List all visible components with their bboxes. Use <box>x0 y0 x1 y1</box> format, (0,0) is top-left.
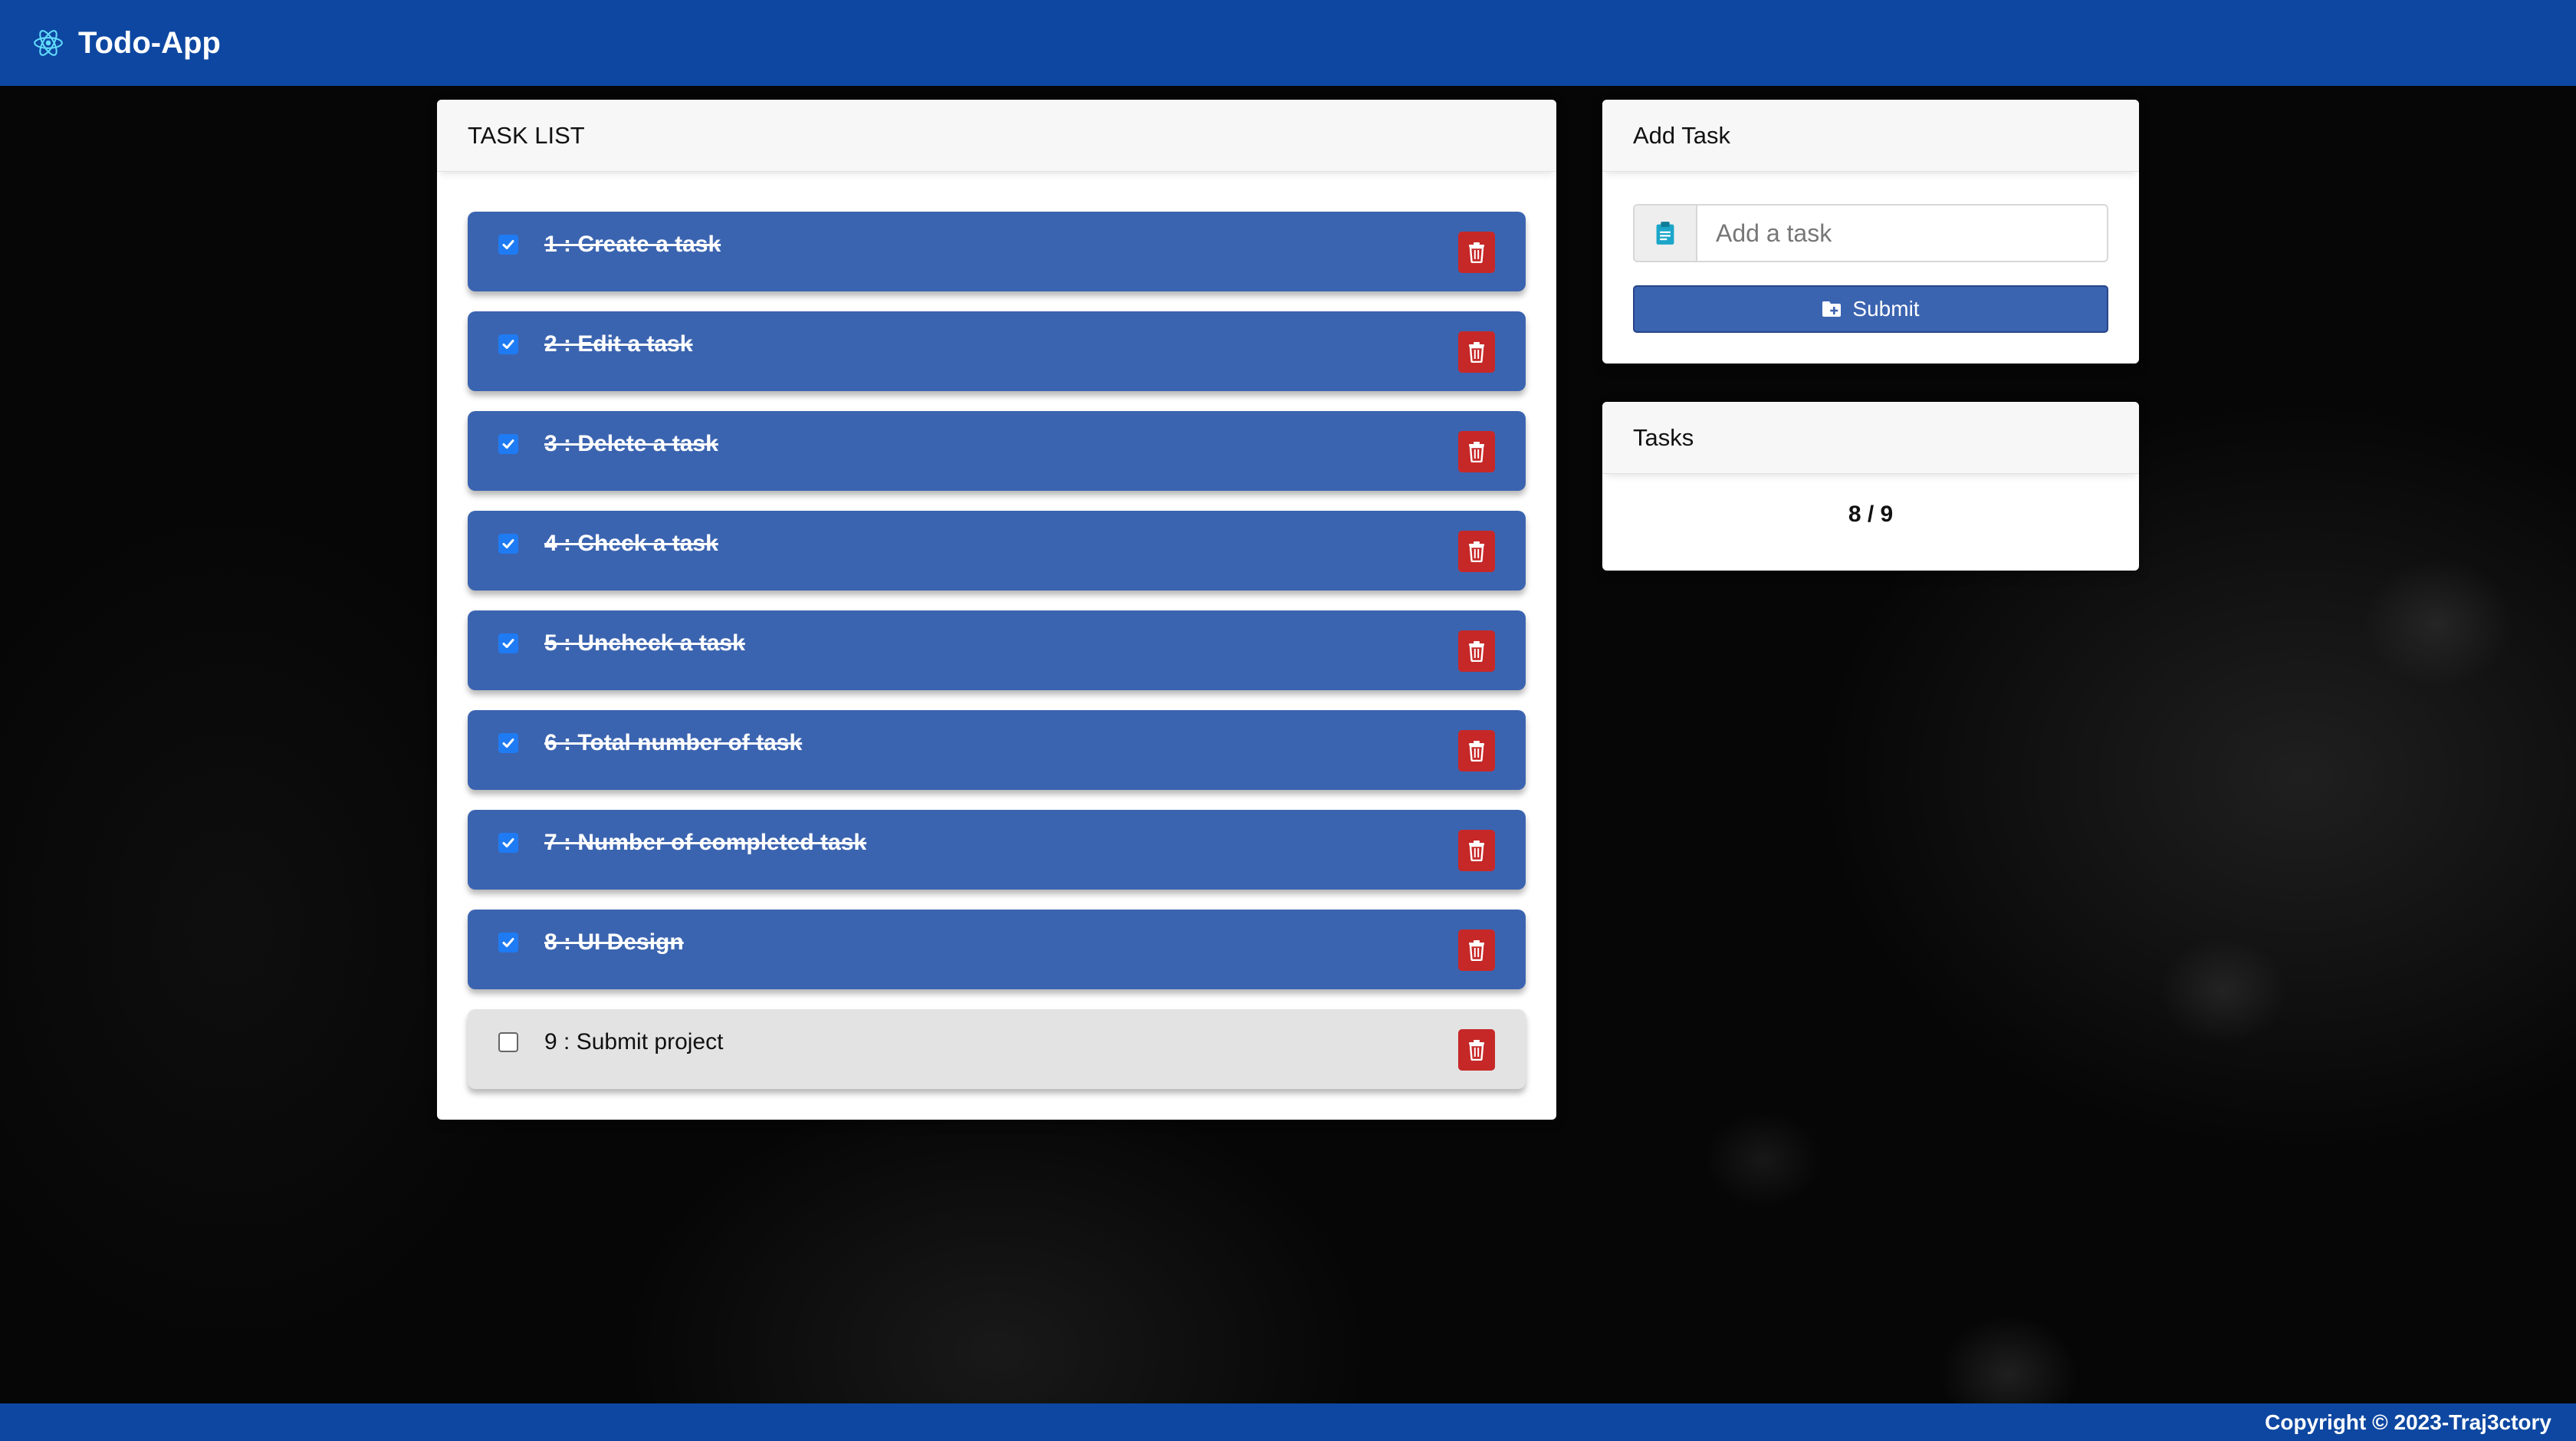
task-label[interactable]: 7 : Number of completed task <box>544 830 866 856</box>
task-item: 7 : Number of completed task <box>468 810 1526 890</box>
clipboard-icon <box>1635 206 1697 261</box>
tasks-count-value: 8 / 9 <box>1848 502 1894 527</box>
task-label[interactable]: 4 : Check a task <box>544 531 718 557</box>
task-checkbox[interactable] <box>498 1032 518 1052</box>
trash-icon <box>1469 442 1484 462</box>
delete-task-button[interactable] <box>1458 830 1495 871</box>
task-item: 1 : Create a task <box>468 212 1526 291</box>
delete-task-button[interactable] <box>1458 929 1495 971</box>
trash-icon <box>1469 342 1484 363</box>
top-navbar: Todo-App <box>0 0 2576 86</box>
checkmark-icon <box>502 739 514 748</box>
trash-icon <box>1469 841 1484 861</box>
task-label[interactable]: 9 : Submit project <box>544 1029 723 1055</box>
task-item: 2 : Edit a task <box>468 311 1526 391</box>
copyright-text: Copyright © 2023-Traj3ctory <box>2265 1410 2551 1434</box>
app-title[interactable]: Todo-App <box>78 26 221 61</box>
trash-icon <box>1469 1040 1484 1061</box>
delete-task-button[interactable] <box>1458 232 1495 273</box>
submit-button-label: Submit <box>1852 297 1920 321</box>
task-checkbox[interactable] <box>498 534 518 554</box>
task-list-card: TASK LIST 1 : Create a task 2 : Edit a ta… <box>437 100 1556 1120</box>
checkmark-icon <box>502 539 514 548</box>
tasks-count-card: Tasks 8 / 9 <box>1602 402 2139 571</box>
footer: Copyright © 2023-Traj3ctory <box>0 1403 2576 1441</box>
task-item: 6 : Total number of task <box>468 710 1526 790</box>
delete-task-button[interactable] <box>1458 730 1495 771</box>
trash-icon <box>1469 541 1484 562</box>
add-task-input-group <box>1633 204 2108 262</box>
tasks-count-header: Tasks <box>1602 402 2139 474</box>
checkmark-icon <box>502 340 514 349</box>
task-checkbox[interactable] <box>498 633 518 653</box>
add-task-input[interactable] <box>1697 206 2107 261</box>
trash-icon <box>1469 641 1484 662</box>
delete-task-button[interactable] <box>1458 531 1495 572</box>
delete-task-button[interactable] <box>1458 431 1495 472</box>
trash-icon <box>1469 940 1484 961</box>
checkmark-icon <box>502 639 514 648</box>
task-list-header: TASK LIST <box>437 100 1556 172</box>
task-label[interactable]: 1 : Create a task <box>544 232 721 258</box>
checkmark-icon <box>502 838 514 847</box>
add-task-card: Add Task Submit <box>1602 100 2139 364</box>
task-label[interactable]: 6 : Total number of task <box>544 730 802 756</box>
delete-task-button[interactable] <box>1458 630 1495 672</box>
task-checkbox[interactable] <box>498 933 518 952</box>
task-list: 1 : Create a task 2 : Edit a task 3 : Dele… <box>468 212 1526 1109</box>
task-checkbox[interactable] <box>498 733 518 753</box>
task-item: 5 : Uncheck a task <box>468 610 1526 690</box>
add-task-header: Add Task <box>1602 100 2139 172</box>
folder-plus-icon <box>1822 301 1842 317</box>
trash-icon <box>1469 242 1484 263</box>
checkmark-icon <box>502 439 514 449</box>
task-checkbox[interactable] <box>498 235 518 255</box>
task-item: 4 : Check a task <box>468 511 1526 591</box>
task-label[interactable]: 8 : UI Design <box>544 929 684 956</box>
submit-button[interactable]: Submit <box>1633 285 2108 333</box>
react-atom-icon <box>34 30 63 56</box>
task-item: 8 : UI Design <box>468 910 1526 989</box>
checkmark-icon <box>502 938 514 947</box>
task-label[interactable]: 2 : Edit a task <box>544 331 692 357</box>
task-item: 9 : Submit project <box>468 1009 1526 1089</box>
task-label[interactable]: 5 : Uncheck a task <box>544 630 745 656</box>
task-label[interactable]: 3 : Delete a task <box>544 431 718 457</box>
task-checkbox[interactable] <box>498 334 518 354</box>
trash-icon <box>1469 741 1484 762</box>
task-item: 3 : Delete a task <box>468 411 1526 491</box>
delete-task-button[interactable] <box>1458 331 1495 373</box>
delete-task-button[interactable] <box>1458 1029 1495 1071</box>
task-checkbox[interactable] <box>498 833 518 853</box>
checkmark-icon <box>502 240 514 249</box>
task-checkbox[interactable] <box>498 434 518 454</box>
